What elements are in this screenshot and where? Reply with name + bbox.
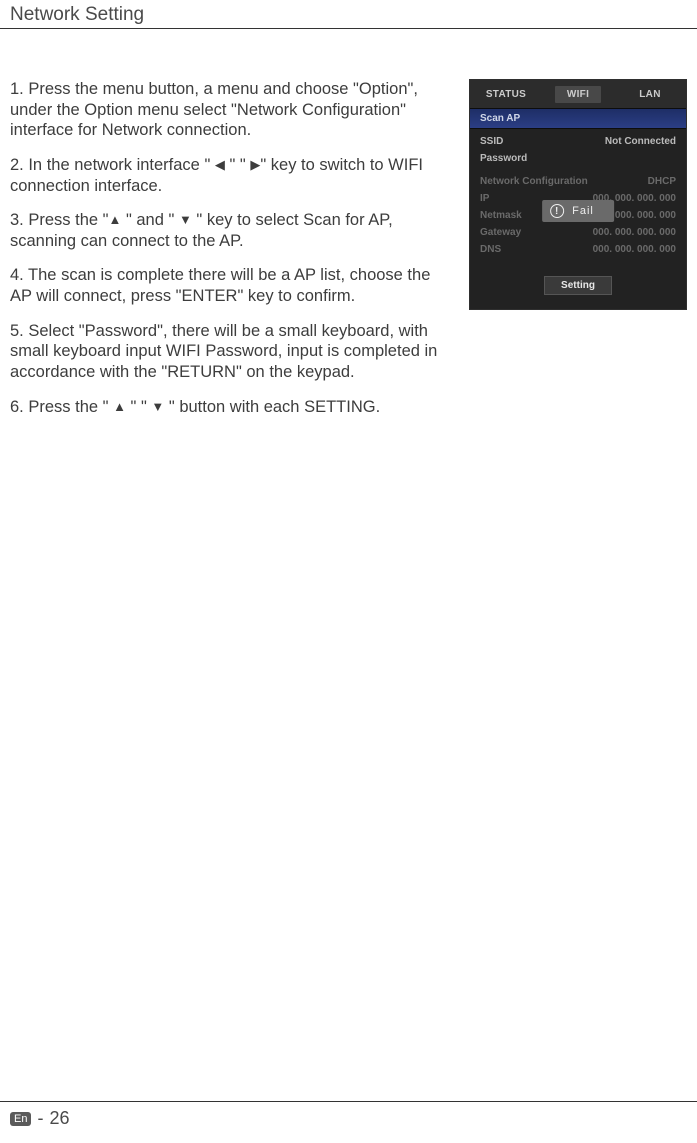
text: " " [126, 398, 151, 416]
footer-sep: - [37, 1108, 43, 1129]
instructions-column: 1. Press the menu button, a menu and cho… [10, 79, 455, 431]
main-content: 1. Press the menu button, a menu and cho… [0, 29, 697, 431]
step-2: 2. In the network interface " ◀ " " ▶" k… [10, 155, 455, 196]
row-gateway: Gateway 000. 000. 000. 000 [480, 224, 676, 241]
row-password[interactable]: Password [480, 150, 676, 167]
ssid-label: SSID [480, 136, 503, 147]
text: 2. In the network interface " [10, 156, 215, 174]
step-5: 5. Select "Password", there will be a sm… [10, 321, 455, 383]
text: 6. Press the " [10, 398, 113, 416]
row-ssid[interactable]: SSID Not Connected [480, 133, 676, 150]
down-triangle-icon: ▼ [151, 399, 164, 415]
netmask-label: Netmask [480, 210, 522, 221]
dns-label: DNS [480, 244, 501, 255]
step-4: 4. The scan is complete there will be a … [10, 265, 455, 306]
ssid-value: Not Connected [605, 136, 676, 147]
dns-value: 000. 000. 000. 000 [593, 244, 676, 255]
down-triangle-icon: ▼ [179, 212, 192, 228]
tab-wifi-active-box: WIFI [555, 86, 601, 103]
step-1: 1. Press the menu button, a menu and cho… [10, 79, 455, 141]
netconf-value: DHCP [648, 176, 676, 187]
page-number: 26 [49, 1108, 69, 1129]
text: 3. Press the " [10, 211, 108, 229]
left-triangle-icon: ◀ [215, 157, 225, 173]
up-triangle-icon: ▲ [113, 399, 126, 415]
step-6: 6. Press the " ▲ " " ▼ " button with eac… [10, 397, 455, 418]
ip-label: IP [480, 193, 489, 204]
fail-overlay: ! Fail [542, 200, 614, 222]
page-title: Network Setting [0, 0, 697, 29]
netconf-label: Network Configuration [480, 176, 588, 187]
up-triangle-icon: ▲ [108, 212, 121, 228]
alert-icon: ! [550, 204, 564, 218]
gateway-label: Gateway [480, 227, 521, 238]
row-netconf[interactable]: Network Configuration DHCP [480, 173, 676, 190]
scan-ap-row[interactable]: Scan AP [470, 108, 686, 129]
panel-tabs: STATUS WIFI LAN [470, 80, 686, 108]
gateway-value: 000. 000. 000. 000 [593, 227, 676, 238]
text: " and " [121, 211, 179, 229]
tab-wifi[interactable]: WIFI [542, 86, 614, 103]
row-dns: DNS 000. 000. 000. 000 [480, 241, 676, 258]
page-footer: En - 26 [0, 1101, 697, 1129]
panel-fields: SSID Not Connected Password Network Conf… [470, 129, 686, 266]
text: " button with each SETTING. [164, 398, 380, 416]
setting-button[interactable]: Setting [544, 276, 612, 295]
language-badge: En [10, 1112, 31, 1126]
password-label: Password [480, 153, 527, 164]
step-3: 3. Press the "▲ " and " ▼ " key to selec… [10, 210, 455, 251]
tab-status[interactable]: STATUS [470, 89, 542, 100]
device-panel: STATUS WIFI LAN Scan AP SSID Not Connect… [469, 79, 687, 310]
fail-text: Fail [572, 205, 594, 217]
tab-lan[interactable]: LAN [614, 89, 686, 100]
right-triangle-icon: ▶ [250, 157, 260, 173]
text: " " [225, 156, 250, 174]
